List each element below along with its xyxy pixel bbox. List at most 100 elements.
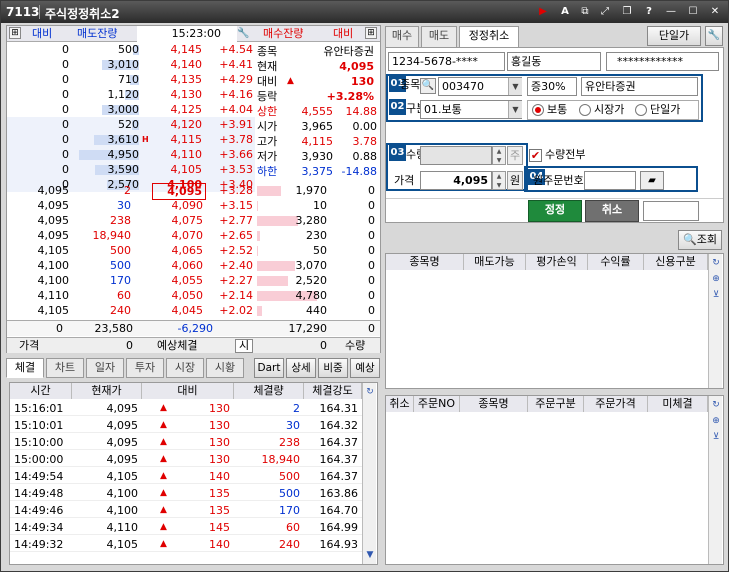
search-icon[interactable]: 🔍	[420, 78, 436, 94]
bid-price[interactable]: 4,070	[152, 228, 206, 243]
time-toggle-button[interactable]: 시	[235, 339, 253, 353]
unfilled-column-header[interactable]: 미체결	[648, 396, 708, 412]
bid-row[interactable]: 4,105 240 4,045 +2.02 440 0	[7, 303, 380, 318]
settings-down-icon[interactable]: ⊻	[710, 289, 722, 301]
trades-scrollbar[interactable]: ↻ ▼	[362, 383, 376, 564]
tools-icon[interactable]: 🔧	[705, 26, 723, 46]
quantity-input[interactable]	[420, 146, 492, 165]
trade-row[interactable]: 15:00:00 4,095 ▲ 130 18,940 164.37	[10, 452, 362, 467]
balance-column-header[interactable]: 수익률	[588, 254, 644, 270]
trades-column-header[interactable]: 현재가	[72, 383, 142, 399]
blank-field[interactable]	[643, 201, 699, 221]
bottom-tab[interactable]: 체결	[6, 358, 44, 378]
refresh-icon[interactable]: ↻	[710, 257, 722, 269]
balance-scrollbar[interactable]: ↻ ⊕ ⊻	[708, 254, 722, 388]
inquiry-button[interactable]: 🔍조회	[678, 230, 722, 250]
bottom-tool-button[interactable]: Dart	[254, 358, 284, 378]
ask-price[interactable]: 4,115	[157, 132, 203, 147]
all-quantity-checkbox[interactable]: ✔	[529, 149, 542, 162]
trade-row[interactable]: 15:16:01 4,095 ▲ 130 2 164.31	[10, 401, 362, 416]
trades-column-header[interactable]: 체결량	[234, 383, 304, 399]
stock-code-dropdown[interactable]: ▼	[508, 78, 522, 95]
trade-row[interactable]: 14:49:48 4,100 ▲ 135 500 163.86	[10, 486, 362, 501]
bottom-tool-button[interactable]: 상세	[286, 358, 316, 378]
ask-row[interactable]: 0 3,610 H 4,115 +3.78	[7, 132, 255, 147]
unfilled-column-header[interactable]: 주문NO	[414, 396, 460, 412]
balance-column-header[interactable]: 매도가능	[464, 254, 526, 270]
export-icon[interactable]: ⊕	[710, 273, 722, 285]
bottom-tool-button[interactable]: 예상	[350, 358, 380, 378]
ask-row[interactable]: 0 710 4,135 +4.29	[7, 72, 255, 87]
window-resize-icon[interactable]: ⤢	[598, 5, 612, 19]
ask-price[interactable]: 4,120	[157, 117, 203, 132]
ask-row[interactable]: 0 3,000 4,125 +4.04	[7, 102, 255, 117]
close-icon[interactable]: ✕	[708, 5, 722, 19]
bid-row[interactable]: 4,095 18,940 4,070 +2.65 230 0	[7, 228, 380, 243]
ask-price[interactable]: 4,140	[157, 57, 203, 72]
bid-row[interactable]: 4,095 30 4,090 +3.15 10 0	[7, 198, 380, 213]
unfilled-scrollbar[interactable]: ↻ ⊕ ⊻	[708, 396, 722, 564]
help-icon[interactable]: ?	[642, 5, 656, 19]
window-link-icon[interactable]: ⧉	[578, 5, 592, 19]
price-input[interactable]: 4,095	[420, 171, 492, 190]
settings-down-icon[interactable]: ⊻	[710, 431, 722, 443]
radio-single-price[interactable]	[635, 104, 647, 116]
bottom-tool-button[interactable]: 비중	[318, 358, 348, 378]
unfilled-column-header[interactable]: 종목명	[460, 396, 528, 412]
bid-price[interactable]: 4,055	[152, 273, 206, 288]
radio-market[interactable]	[579, 104, 591, 116]
bid-row[interactable]: 4,100 500 4,060 +2.40 3,070 0	[7, 258, 380, 273]
bottom-tab[interactable]: 일자	[86, 358, 124, 378]
bid-row[interactable]: 4,095 2 4,095 +3.28 1,970 0	[7, 183, 380, 200]
modify-button[interactable]: 정정	[528, 200, 582, 222]
export-icon[interactable]: ⊕	[710, 415, 722, 427]
balance-column-header[interactable]: 평가손익	[526, 254, 588, 270]
unfilled-column-header[interactable]: 주문가격	[584, 396, 648, 412]
unfilled-column-header[interactable]: 주문구분	[528, 396, 584, 412]
bid-row[interactable]: 4,105 500 4,065 +2.52 50 0	[7, 243, 380, 258]
ask-price[interactable]: 4,110	[157, 147, 203, 162]
maximize-icon[interactable]: ☐	[686, 5, 700, 19]
price-stepper[interactable]: ▲ ▼	[492, 171, 506, 190]
trade-row[interactable]: 14:49:54 4,105 ▲ 140 500 164.37	[10, 469, 362, 484]
red-marker-icon[interactable]: ▶	[536, 5, 550, 19]
password-field[interactable]: ************	[606, 52, 719, 71]
ask-price[interactable]: 4,145	[157, 42, 203, 57]
ask-row[interactable]: 0 3,010 4,140 +4.41	[7, 57, 255, 72]
quantity-stepper[interactable]: ▲ ▼	[492, 146, 506, 165]
trade-row[interactable]: 15:10:01 4,095 ▲ 130 30 164.32	[10, 418, 362, 433]
unfilled-column-header[interactable]: 취소	[386, 396, 414, 412]
ask-price[interactable]: 4,105	[157, 162, 203, 177]
single-price-button[interactable]: 단일가	[647, 26, 701, 46]
ask-row[interactable]: 0 520 4,120 +3.91	[7, 117, 255, 132]
original-order-no[interactable]	[584, 171, 636, 190]
folder-icon[interactable]: ▰	[640, 171, 664, 190]
refresh-icon[interactable]: ↻	[364, 386, 376, 398]
trades-column-header[interactable]: 시간	[10, 383, 72, 399]
bottom-tab[interactable]: 차트	[46, 358, 84, 378]
ask-row[interactable]: 0 4,950 4,110 +3.66	[7, 147, 255, 162]
ask-price[interactable]: 4,135	[157, 72, 203, 87]
ask-row[interactable]: 0 1,120 4,130 +4.16	[7, 87, 255, 102]
ask-row[interactable]: 0 500 4,145 +4.54	[7, 42, 255, 57]
expand-right-icon[interactable]: ⊞	[365, 27, 377, 39]
ask-price[interactable]: 4,125	[157, 102, 203, 117]
window-restore-icon[interactable]: ❐	[620, 5, 634, 19]
bid-price[interactable]: 4,065	[152, 243, 206, 258]
order-tab[interactable]: 정정취소	[459, 26, 519, 48]
order-tab[interactable]: 매수	[385, 26, 419, 48]
expand-left-icon[interactable]: ⊞	[9, 27, 21, 39]
bid-price[interactable]: 4,090	[152, 198, 206, 213]
bid-price[interactable]: 4,050	[152, 288, 206, 303]
bid-row[interactable]: 4,095 238 4,075 +2.77 3,280 0	[7, 213, 380, 228]
minimize-icon[interactable]: —	[664, 5, 678, 19]
order-type-select[interactable]: 01.보통	[420, 100, 522, 119]
trades-column-header[interactable]: 체결강도	[304, 383, 362, 399]
bid-price[interactable]: 4,060	[152, 258, 206, 273]
scroll-down-icon[interactable]: ▼	[364, 549, 376, 561]
tools-icon[interactable]: 🔧	[237, 27, 253, 41]
refresh-icon[interactable]: ↻	[710, 399, 722, 411]
order-tab[interactable]: 매도	[421, 26, 457, 48]
ask-price[interactable]: 4,130	[157, 87, 203, 102]
balance-column-header[interactable]: 신용구분	[644, 254, 708, 270]
